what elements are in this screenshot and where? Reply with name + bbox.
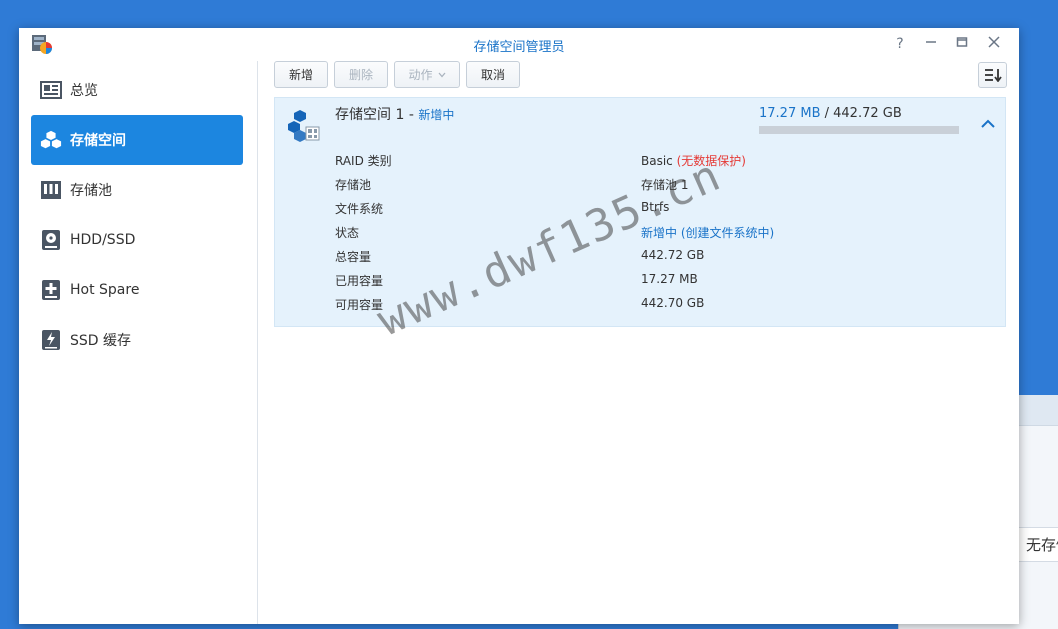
volume-icon xyxy=(40,129,62,151)
close-icon[interactable] xyxy=(985,35,1003,53)
storage-manager-window: 存储空间管理员 ? 总览 存储空间 存储池 HDD/SSD Hot Spare … xyxy=(19,28,1019,624)
sidebar-item-storage-pool[interactable]: 存储池 xyxy=(31,165,243,215)
detail-key: 可用容量 xyxy=(335,298,384,312)
cancel-button[interactable]: 取消 xyxy=(466,61,520,88)
detail-value: 存储池 1 xyxy=(641,178,689,192)
detail-key: RAID 类别 xyxy=(335,154,392,168)
volume-panel[interactable]: 存储空间 1 - 新增中 17.27 MB / 442.72 GB RAID 类… xyxy=(274,97,1006,327)
overview-icon xyxy=(40,79,62,101)
usage-total: 442.72 GB xyxy=(833,106,902,121)
volume-usage: 17.27 MB / 442.72 GB xyxy=(759,106,902,121)
raid-note: (无数据保护) xyxy=(676,154,746,168)
sidebar-item-label: 存储池 xyxy=(70,183,112,199)
status-value: 新增中 xyxy=(641,226,678,240)
sidebar-item-overview[interactable]: 总览 xyxy=(31,65,243,115)
minimize-icon[interactable] xyxy=(922,35,940,53)
sidebar-item-label: SSD 缓存 xyxy=(70,333,132,349)
chevron-up-icon xyxy=(981,119,995,128)
detail-key: 总容量 xyxy=(335,250,372,264)
volume-cubes-icon xyxy=(288,110,320,142)
detail-value: Basic (无数据保护) xyxy=(641,152,981,169)
detail-value: Btrfs xyxy=(641,200,670,214)
sidebar-item-volume[interactable]: 存储空间 xyxy=(31,115,243,165)
sort-icon xyxy=(984,69,1002,82)
background-window-hint: 无存储 xyxy=(1017,527,1058,562)
hot-spare-icon xyxy=(40,279,62,301)
sidebar-item-label: Hot Spare xyxy=(70,282,140,298)
sidebar-item-ssd-cache[interactable]: SSD 缓存 xyxy=(31,315,243,365)
create-button[interactable]: 新增 xyxy=(274,61,328,88)
sidebar-item-label: 总览 xyxy=(70,83,98,99)
detail-value: 442.72 GB xyxy=(641,248,705,262)
volume-separator: - xyxy=(408,107,414,123)
detail-key: 存储池 xyxy=(335,178,372,192)
delete-button[interactable]: 删除 xyxy=(334,61,388,88)
collapse-button[interactable] xyxy=(979,114,997,132)
usage-progress-bar xyxy=(759,126,959,134)
action-label: 动作 xyxy=(408,68,433,82)
sidebar-item-hot-spare[interactable]: Hot Spare xyxy=(31,265,243,315)
main-content: 新增 删除 动作 取消 存储空间 1 - 新增中 17.27 MB / 442.… xyxy=(258,61,1019,624)
detail-key: 状态 xyxy=(335,226,360,240)
usage-separator: / xyxy=(820,106,834,121)
sort-button[interactable] xyxy=(978,62,1007,88)
sidebar-item-label: HDD/SSD xyxy=(70,232,136,248)
volume-name: 存储空间 1 xyxy=(335,107,405,123)
window-title: 存储空间管理员 xyxy=(473,40,565,55)
ssd-cache-icon xyxy=(40,329,62,351)
raid-type: Basic xyxy=(641,154,673,168)
sidebar-item-hdd-ssd[interactable]: HDD/SSD xyxy=(31,215,243,265)
disk-icon xyxy=(40,229,62,251)
storage-pool-icon xyxy=(40,179,62,201)
help-icon[interactable]: ? xyxy=(891,35,909,53)
detail-value: 17.27 MB xyxy=(641,272,698,286)
status-note: (创建文件系统中) xyxy=(680,226,775,240)
detail-key: 已用容量 xyxy=(335,274,384,288)
volume-title: 存储空间 1 - 新增中 xyxy=(335,104,454,124)
sidebar-item-label: 存储空间 xyxy=(70,133,126,149)
action-dropdown[interactable]: 动作 xyxy=(394,61,460,88)
detail-value: 442.70 GB xyxy=(641,296,705,310)
sidebar: 总览 存储空间 存储池 HDD/SSD Hot Spare SSD 缓存 xyxy=(19,61,258,624)
maximize-icon[interactable] xyxy=(953,35,971,53)
volume-status: 新增中 xyxy=(418,108,455,122)
usage-used: 17.27 MB xyxy=(759,106,821,121)
caret-down-icon xyxy=(438,72,445,77)
detail-value: 新增中 (创建文件系统中) xyxy=(641,224,981,241)
titlebar: 存储空间管理员 ? xyxy=(19,28,1019,61)
detail-key: 文件系统 xyxy=(335,202,384,216)
